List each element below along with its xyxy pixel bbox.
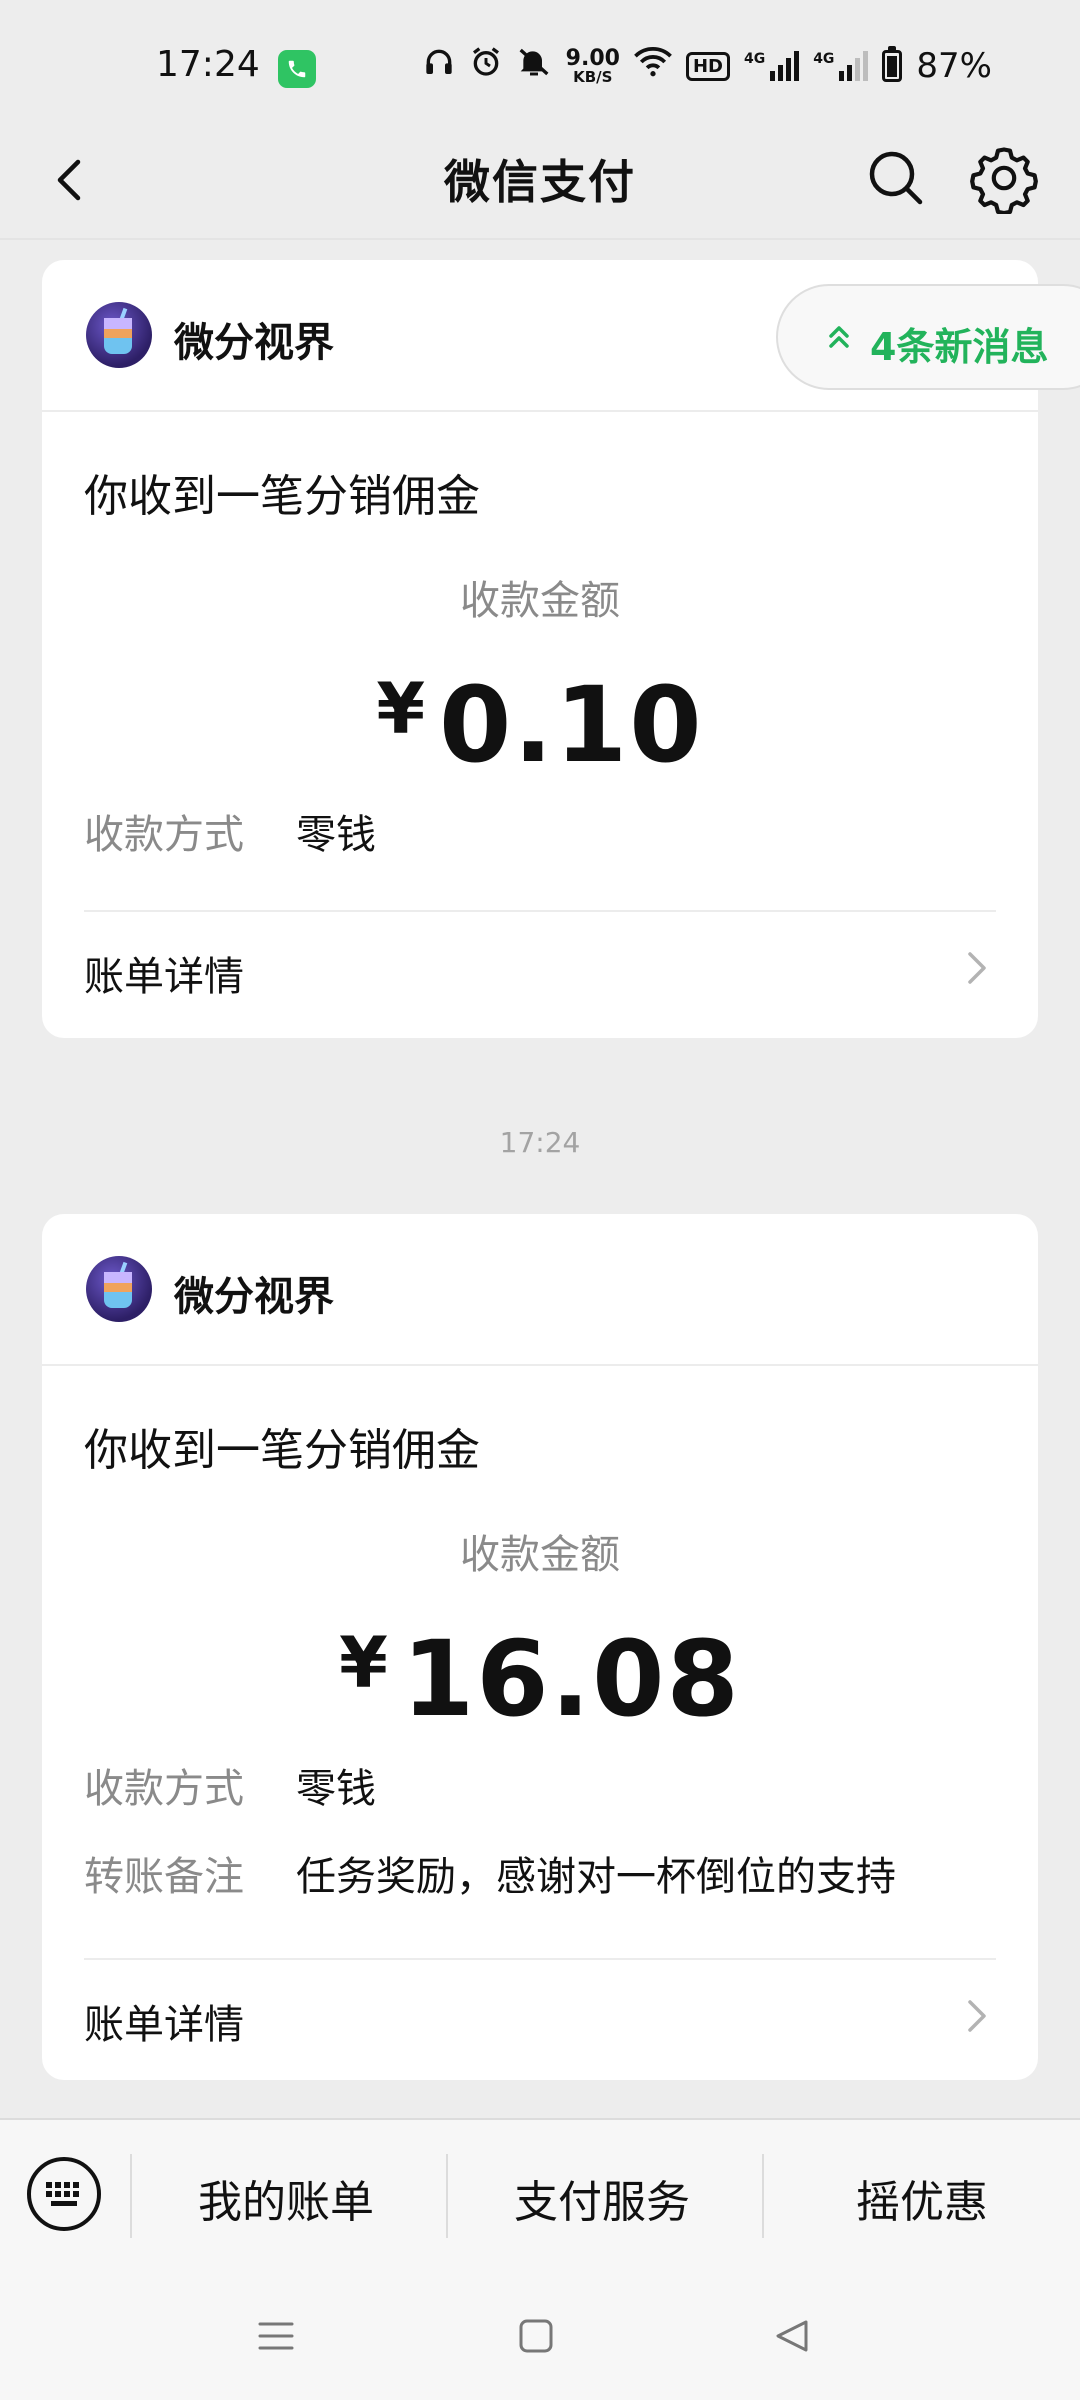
merchant-avatar <box>86 1256 152 1322</box>
new-messages-button[interactable]: 4条新消息 <box>776 284 1080 390</box>
chevron-right-icon <box>968 2000 986 2032</box>
wifi-icon <box>634 47 672 85</box>
amount-number: 16.08 <box>401 1618 741 1740</box>
card-body: 你收到一笔分销佣金 收款金额 ¥16.08 收款方式 零钱 转账备注 任务奖励，… <box>42 1414 1038 2070</box>
bill-detail-label: 账单详情 <box>84 2002 244 2048</box>
menu-divider <box>762 2154 764 2238</box>
hd-voice-badge: HD <box>685 51 730 81</box>
header-divider <box>0 238 1080 240</box>
method-label: 收款方式 <box>84 812 244 858</box>
bottom-menu: 我的账单 支付服务 摇优惠 <box>0 2118 1080 2280</box>
amount-label: 收款金额 <box>460 578 620 624</box>
message-timestamp: 17:24 <box>499 1126 581 1159</box>
method-value: 零钱 <box>296 1766 376 1812</box>
menu-divider <box>446 2154 448 2238</box>
transfer-remark-row: 转账备注 任务奖励，感谢对一杯倒位的支持 <box>84 1844 996 1902</box>
card-body: 你收到一笔分销佣金 收款金额 ¥0.10 收款方式 零钱 账单详情 <box>42 460 1038 1022</box>
battery-icon <box>882 46 903 82</box>
remark-label: 转账备注 <box>84 1854 244 1900</box>
method-value: 零钱 <box>296 812 376 858</box>
currency-symbol: ¥ <box>376 668 428 750</box>
menu-shake-offers[interactable]: 摇优惠 <box>856 2166 988 2230</box>
keyboard-toggle-button[interactable] <box>24 2154 104 2234</box>
menu-divider <box>130 2154 132 2238</box>
search-icon <box>869 151 923 205</box>
menu-payment-services[interactable]: 支付服务 <box>514 2166 690 2230</box>
home-icon[interactable] <box>516 2316 556 2356</box>
chevron-right-icon <box>968 952 986 984</box>
status-bar: 17:24 9.00 KB/S HD 4G 4G 87% <box>0 0 1080 120</box>
settings-button[interactable] <box>968 142 1040 216</box>
amount-label: 收款金额 <box>460 1532 620 1578</box>
merchant-avatar <box>86 302 152 368</box>
headphones-icon <box>422 46 456 86</box>
bill-detail-label: 账单详情 <box>84 954 244 1000</box>
message-title: 你收到一笔分销佣金 <box>84 471 480 522</box>
bill-detail-link[interactable]: 账单详情 <box>84 910 996 1022</box>
amount-value: ¥16.08 <box>84 1608 996 1734</box>
gear-icon <box>970 147 1038 216</box>
status-icons: 9.00 KB/S HD 4G 4G 87% <box>422 46 992 86</box>
payment-method-row: 收款方式 零钱 <box>84 1756 996 1814</box>
status-time: 17:24 <box>156 44 260 85</box>
card-header[interactable]: 微分视界 <box>42 1214 1038 1366</box>
search-button[interactable] <box>862 144 930 212</box>
system-nav-bar <box>0 2278 1080 2400</box>
speed-value: 9.00 <box>565 45 620 71</box>
new-messages-label: 4条新消息 <box>870 325 1049 369</box>
payment-card[interactable]: 微分视界 你收到一笔分销佣金 收款金额 ¥16.08 收款方式 零钱 转账备注 … <box>42 1214 1038 2080</box>
double-chevron-up-icon <box>829 326 849 348</box>
amount-number: 0.10 <box>439 664 704 786</box>
keyboard-icon <box>27 2157 101 2231</box>
method-label: 收款方式 <box>84 1766 244 1812</box>
merchant-name: 微分视界 <box>174 1274 334 1320</box>
app-header: 微信支付 <box>0 120 1080 240</box>
battery-percent: 87% <box>916 46 992 86</box>
message-title: 你收到一笔分销佣金 <box>84 1425 480 1476</box>
remark-value: 任务奖励，感谢对一杯倒位的支持 <box>296 1854 896 1900</box>
speed-unit: KB/S <box>573 67 613 86</box>
phone-call-icon <box>278 50 316 88</box>
menu-my-bills[interactable]: 我的账单 <box>198 2166 374 2230</box>
network-type-1: 4G <box>743 51 766 67</box>
mute-icon <box>516 46 552 86</box>
back-nav-icon[interactable] <box>772 2316 812 2356</box>
network-type-2: 4G <box>813 51 835 67</box>
signal-2-icon: 4G <box>813 51 869 81</box>
alarm-icon <box>470 46 502 86</box>
merchant-name: 微分视界 <box>174 320 334 366</box>
signal-1-icon: 4G <box>743 51 800 81</box>
bill-detail-link[interactable]: 账单详情 <box>84 1958 996 2070</box>
menu-icon[interactable] <box>256 2316 296 2356</box>
payment-method-row: 收款方式 零钱 <box>84 802 996 860</box>
amount-value: ¥0.10 <box>84 654 996 780</box>
currency-symbol: ¥ <box>339 1622 390 1704</box>
network-speed: 9.00 KB/S <box>565 45 620 86</box>
